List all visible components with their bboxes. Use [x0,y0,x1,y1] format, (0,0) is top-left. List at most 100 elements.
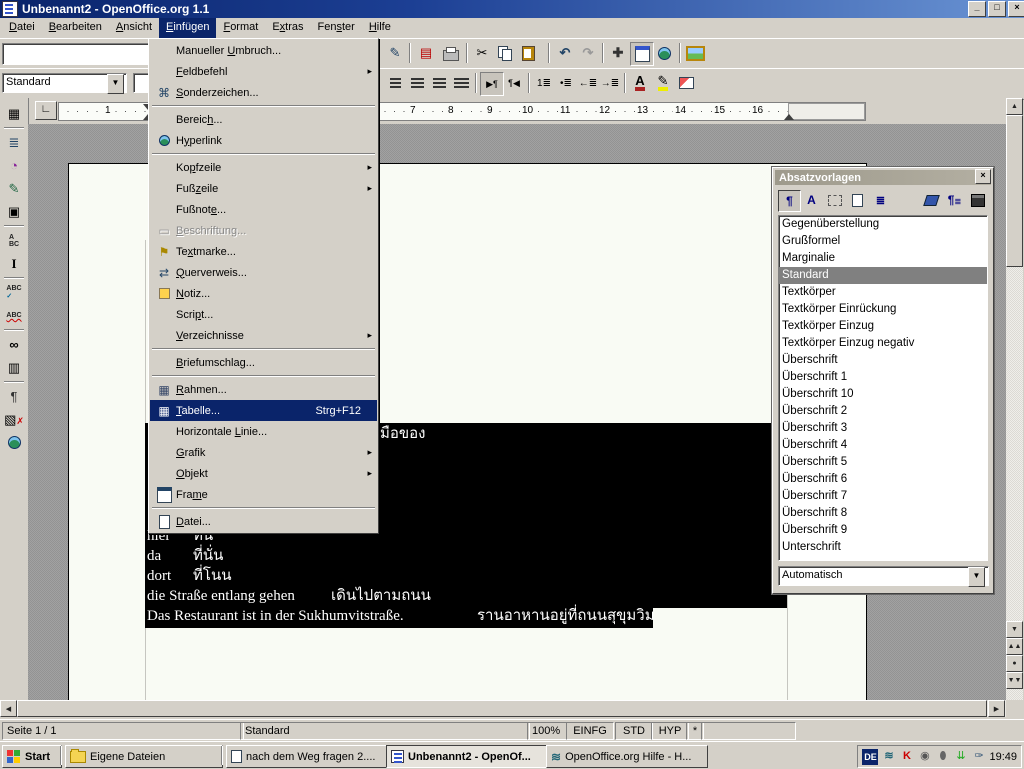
menu-item-notiz[interactable]: Notiz... [150,283,377,304]
style-list[interactable]: Gegenüberstellung Grußformel Marginalie … [778,215,988,561]
numbered-list-button[interactable]: 1≣ [533,72,555,94]
menu-format[interactable]: Format [216,18,265,38]
page-style-status[interactable]: Standard [240,722,530,740]
align-left-button[interactable] [384,72,406,94]
zoom-status[interactable]: 100% [527,722,567,740]
paragraph-background-button[interactable] [675,72,697,94]
hyperlink-mode-status[interactable]: HYP [651,722,689,740]
close-button[interactable]: × [1008,1,1024,17]
style-list-item[interactable]: Überschrift 2 [779,403,987,420]
task-eigene-dateien[interactable]: Eigene Dateien [65,745,223,768]
menu-item-briefumschlag[interactable]: Briefumschlag... [150,352,377,373]
menu-ansicht[interactable]: Ansicht [109,18,159,38]
style-list-item[interactable]: Textkörper Einzug [779,318,987,335]
scroll-down-icon[interactable]: ▼ [1006,621,1023,638]
maximize-button[interactable]: □ [988,1,1006,17]
menu-item-grafik[interactable]: Grafik▸ [150,442,377,463]
document-text-line[interactable]: da ที่นั่น [147,546,223,566]
insert-mode-status[interactable]: EINFG [566,722,614,740]
menu-hilfe[interactable]: Hilfe [362,18,398,38]
menu-item-manueller-umbruch[interactable]: Manueller Umbruch... [150,40,377,61]
direct-cursor-button[interactable]: I [2,252,26,275]
language-indicator[interactable]: DE [862,749,878,765]
style-combo-arrow-icon[interactable]: ▼ [107,74,124,94]
previous-page-icon[interactable]: ▲▲ [1006,638,1023,655]
menu-einfuegen[interactable]: Einfügen [159,18,216,38]
start-button[interactable]: Start [2,745,62,768]
auto-spellcheck-button[interactable]: ABC [2,304,26,327]
style-list-item[interactable]: Überschrift 7 [779,488,987,505]
align-center-button[interactable] [406,72,428,94]
menu-item-sonderzeichen[interactable]: ⌘Sonderzeichen... [150,82,377,103]
vertical-scrollbar[interactable]: ▲ ▼ ▲▲ ● ▼▼ [1006,98,1023,700]
style-list-item[interactable]: Textkörper Einrückung [779,301,987,318]
stylist-button[interactable] [630,42,654,66]
tablet-pen-icon[interactable]: ✑ [971,749,986,764]
vertical-scroll-thumb[interactable] [1006,115,1023,267]
menu-item-rahmen[interactable]: ▦Rahmen... [150,379,377,400]
character-styles-button[interactable]: A [801,190,822,210]
numbering-styles-button[interactable]: ≣ [870,190,891,210]
document-text-line[interactable]: มือของ [380,424,425,444]
menu-item-verzeichnisse[interactable]: Verzeichnisse▸ [150,325,377,346]
graphics-onoff-button[interactable]: ▧✗ [2,408,26,431]
style-list-item[interactable]: Überschrift 10 [779,386,987,403]
bullet-list-button[interactable]: •≣ [555,72,577,94]
insert-fields-button[interactable]: ≣ [2,131,26,154]
insert-table-button[interactable]: ▦ [2,102,26,125]
page-styles-button[interactable] [847,190,868,210]
menu-item-objekt[interactable]: Objekt▸ [150,463,377,484]
paragraph-styles-button[interactable]: ¶ [778,190,801,212]
style-list-item[interactable]: Überschrift 8 [779,505,987,522]
scroll-right-icon[interactable]: ▶ [988,700,1005,717]
menu-item-querverweis[interactable]: ⇄Querverweis... [150,262,377,283]
menu-item-feldbefehl[interactable]: Feldbefehl▸ [150,61,377,82]
decrease-indent-button[interactable]: ←≣ [577,72,599,94]
undo-button[interactable]: ↶ [554,42,576,64]
menu-item-kopfzeile[interactable]: Kopfzeile▸ [150,157,377,178]
right-indent-marker[interactable] [784,109,794,120]
task-weg-fragen-doc[interactable]: nach dem Weg fragen 2.... [226,745,388,768]
ltr-direction-button[interactable]: ▶¶ [480,72,504,96]
navigator-button[interactable]: ✚ [607,42,629,64]
frame-styles-button[interactable] [824,190,845,210]
style-list-item[interactable]: Überschrift 3 [779,420,987,437]
print-button[interactable] [440,42,462,64]
copy-button[interactable] [494,42,516,64]
export-pdf-button[interactable]: ▤ [415,42,437,64]
task-openoffice-hilfe[interactable]: ≋ OpenOffice.org Hilfe - H... [546,745,708,768]
menu-item-datei[interactable]: Datei... [150,511,377,532]
filter-combo-arrow-icon[interactable]: ▼ [968,567,985,587]
gallery-button[interactable] [684,42,706,64]
style-list-item[interactable]: Überschrift [779,352,987,369]
style-list-item[interactable]: Textkörper [779,284,987,301]
find-button[interactable]: ∞ [2,333,26,356]
align-right-button[interactable] [428,72,450,94]
draw-functions-button[interactable]: ✎ [2,177,26,200]
cut-button[interactable]: ✂ [471,42,493,64]
style-list-item[interactable]: Marginalie [779,250,987,267]
spellcheck-button[interactable]: ABC✓ [2,281,26,304]
menu-datei[interactable]: Datei [2,18,42,38]
menu-item-script[interactable]: Script... [150,304,377,325]
style-list-item[interactable]: Überschrift 6 [779,471,987,488]
menu-item-textmarke[interactable]: ⚑Textmarke... [150,241,377,262]
style-list-item[interactable]: Unterschrift [779,539,987,556]
menu-item-frame[interactable]: Frame [150,484,377,505]
redo-button[interactable]: ↷ [577,42,599,64]
style-list-item[interactable]: Überschrift 1 [779,369,987,386]
horizontal-scroll-thumb[interactable] [17,700,987,717]
menu-item-hyperlink[interactable]: Hyperlink [150,130,377,151]
menu-item-fusszeile[interactable]: Fußzeile▸ [150,178,377,199]
data-sources-button[interactable]: ▥ [2,356,26,379]
style-list-item[interactable]: Gegenüberstellung [779,216,987,233]
scroll-left-icon[interactable]: ◀ [0,700,17,717]
stylist-close-button[interactable]: × [975,169,991,184]
horizontal-scrollbar[interactable]: ◀ ▶ [0,700,1006,717]
style-list-item[interactable]: Überschrift 9 [779,522,987,539]
menu-bearbeiten[interactable]: Bearbeiten [42,18,109,38]
style-list-item[interactable]: Überschrift 5 [779,454,987,471]
volume-icon[interactable]: ◉ [917,749,932,764]
antivirus-icon[interactable]: K [899,749,914,764]
scroll-up-icon[interactable]: ▲ [1006,98,1023,115]
